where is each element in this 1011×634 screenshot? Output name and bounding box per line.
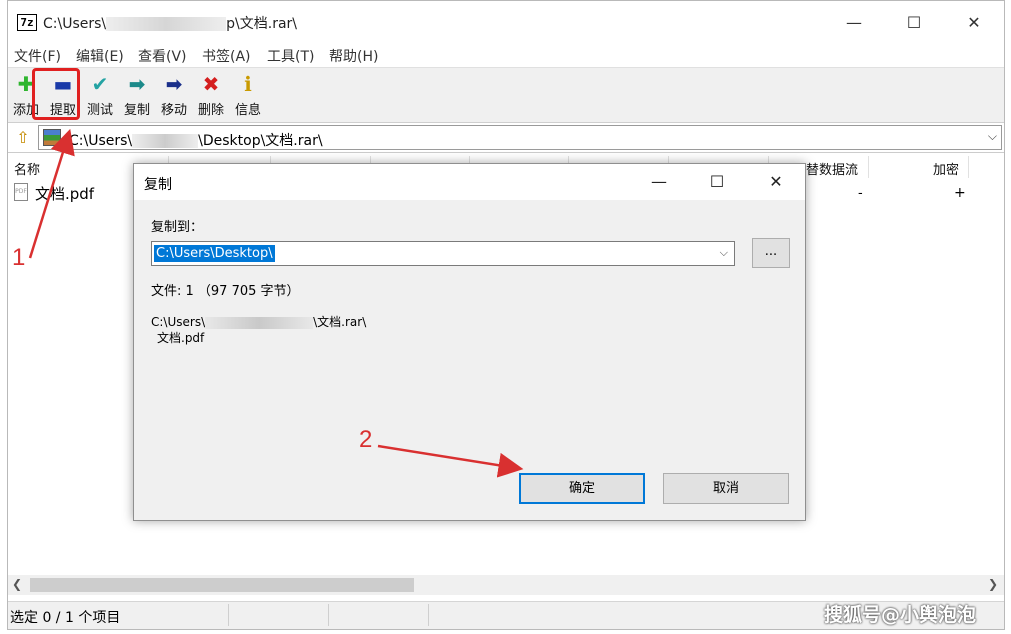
arrow-to-extract: [28, 128, 75, 259]
annotation-arrows: [28, 128, 524, 478]
arrow-to-ok: [377, 444, 524, 478]
step-number-2: 2: [359, 426, 373, 453]
step-number-1: 1: [12, 244, 26, 271]
